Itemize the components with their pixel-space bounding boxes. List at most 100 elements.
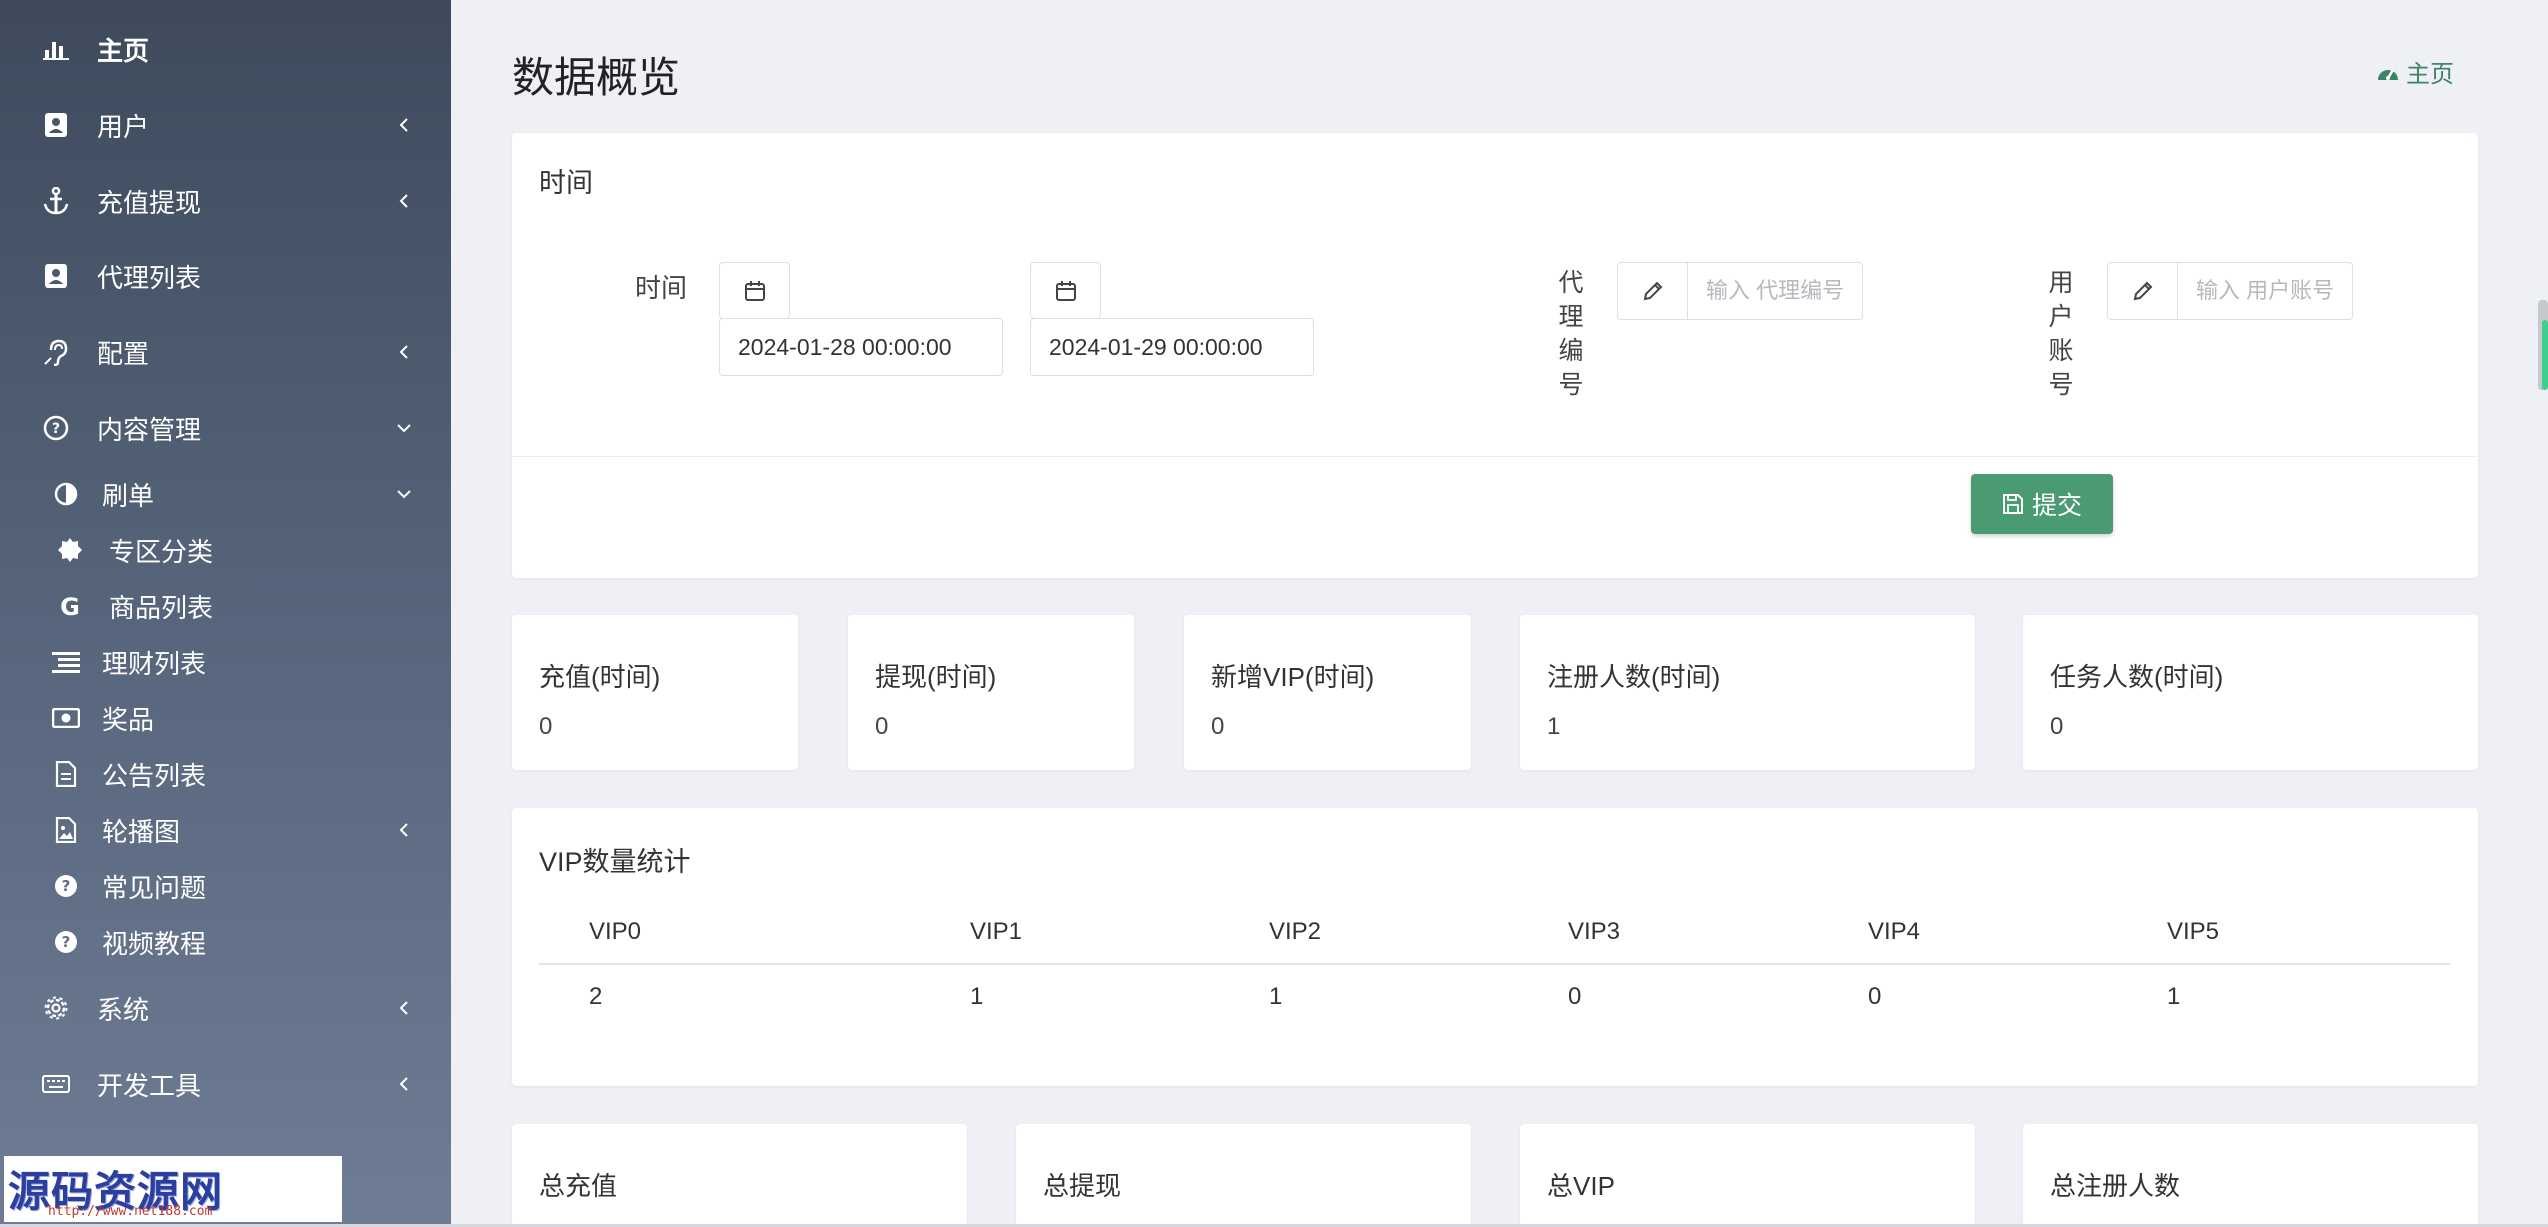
sidebar-item-config[interactable]: 配置 — [0, 322, 451, 382]
start-date-input[interactable] — [719, 318, 1003, 376]
badge-icon — [54, 534, 86, 566]
end-date-picker-button[interactable] — [1030, 262, 1101, 319]
stat-title: 注册人数(时间) — [1547, 662, 1721, 692]
vip-value: 1 — [2167, 983, 2181, 1010]
question-icon: ? — [50, 926, 82, 958]
list-icon — [50, 646, 82, 678]
chevron-left-icon — [392, 818, 416, 842]
total-title: 总注册人数 — [2050, 1171, 2181, 1201]
time-label: 时间 — [635, 273, 688, 303]
sidebar-item-label: 主页 — [97, 35, 150, 66]
sidebar-item-users[interactable]: 用户 — [0, 95, 451, 155]
sidebar-item-zone-category[interactable]: 专区分类 — [0, 520, 451, 580]
sidebar-item-content[interactable]: ? 内容管理 — [0, 398, 451, 458]
stat-card-recharge: 充值(时间) 0 — [512, 615, 798, 770]
sidebar-item-label: 商品列表 — [109, 592, 214, 623]
sidebar-item-label: 视频教程 — [102, 928, 207, 959]
chevron-down-icon — [392, 416, 416, 440]
chevron-left-icon — [392, 113, 416, 137]
sidebar-item-system[interactable]: 系统 — [0, 978, 451, 1038]
sidebar-item-label: 理财列表 — [102, 648, 207, 679]
sidebar-item-label: 系统 — [97, 994, 150, 1025]
sidebar-item-prizes[interactable]: 奖品 — [0, 688, 451, 748]
watermark-url: http://www.net188.com — [48, 1204, 213, 1219]
dashboard-icon — [2378, 68, 2398, 80]
anchor-icon — [40, 185, 72, 217]
vip-value: 0 — [1868, 983, 1882, 1010]
contact-card-icon — [40, 109, 72, 141]
sidebar-item-video-tutorials[interactable]: ? 视频教程 — [0, 912, 451, 972]
total-card-registrations: 总注册人数 — [2023, 1124, 2478, 1227]
vip-header: VIP2 — [1269, 918, 1322, 945]
pencil-icon — [2108, 263, 2178, 319]
stat-value: 0 — [1211, 713, 1225, 740]
gear-icon — [40, 992, 72, 1024]
sidebar-item-label: 充值提现 — [97, 187, 202, 218]
sidebar-item-brush[interactable]: 刷单 — [0, 464, 451, 524]
table-divider — [539, 963, 2450, 965]
total-title: 总VIP — [1547, 1171, 1615, 1201]
calendar-icon — [744, 280, 765, 301]
image-icon — [50, 814, 82, 846]
stat-title: 任务人数(时间) — [2050, 662, 2224, 692]
chevron-down-icon — [392, 482, 416, 506]
total-card-vip: 总VIP — [1520, 1124, 1975, 1227]
sidebar-item-carousel[interactable]: 轮播图 — [0, 800, 451, 860]
vip-value: 1 — [1269, 983, 1283, 1010]
pencil-icon — [1618, 263, 1688, 319]
vip-value: 0 — [1568, 983, 1582, 1010]
sidebar-item-label: 专区分类 — [109, 536, 214, 567]
bar-chart-icon — [40, 33, 72, 65]
total-title: 总充值 — [539, 1171, 618, 1201]
hearing-icon — [40, 336, 72, 368]
sidebar-item-label: 代理列表 — [97, 262, 202, 293]
user-account-field — [2107, 262, 2353, 320]
user-account-input[interactable] — [2178, 263, 2352, 319]
sidebar-item-label: 内容管理 — [97, 414, 202, 445]
contact-card-icon — [40, 260, 72, 292]
vip-value: 1 — [970, 983, 984, 1010]
watermark-logo: 源码资源网 http://www.net188.com — [4, 1156, 342, 1222]
chevron-left-icon — [392, 340, 416, 364]
keyboard-icon — [40, 1068, 72, 1100]
sidebar-item-finance[interactable]: 理财列表 — [0, 632, 451, 692]
sidebar-item-dev-tools[interactable]: 开发工具 — [0, 1054, 451, 1114]
sidebar-item-label: 轮播图 — [102, 816, 181, 847]
end-date-input[interactable] — [1030, 318, 1314, 376]
submit-button[interactable]: 提交 — [1971, 474, 2113, 534]
agent-number-input[interactable] — [1688, 263, 1862, 319]
vip-header: VIP3 — [1568, 918, 1621, 945]
stat-value: 0 — [539, 713, 553, 740]
question-icon: ? — [50, 870, 82, 902]
submit-label: 提交 — [2031, 492, 2082, 520]
agent-number-label: 代 理 编 号 — [1556, 266, 1586, 402]
stat-card-tasks: 任务人数(时间) 0 — [2023, 615, 2478, 770]
sidebar-item-label: 配置 — [97, 338, 150, 369]
stat-card-withdraw: 提现(时间) 0 — [848, 615, 1134, 770]
stat-card-registrations: 注册人数(时间) 1 — [1520, 615, 1975, 770]
scroll-indicator — [2542, 320, 2548, 390]
sidebar-item-label: 开发工具 — [97, 1070, 202, 1101]
sidebar-item-label: 公告列表 — [102, 760, 207, 791]
calendar-icon — [1055, 280, 1076, 301]
sidebar-item-recharge-withdraw[interactable]: 充值提现 — [0, 171, 451, 231]
sidebar-item-agents[interactable]: 代理列表 — [0, 246, 451, 306]
sidebar-item-announcements[interactable]: 公告列表 — [0, 744, 451, 804]
svg-text:?: ? — [62, 933, 71, 951]
sidebar-item-faq[interactable]: ? 常见问题 — [0, 856, 451, 916]
breadcrumb-label: 主页 — [2406, 61, 2454, 88]
sidebar-item-products[interactable]: G 商品列表 — [0, 576, 451, 636]
filter-card: 时间 时间 代 理 编 号 用 户 账 号 — [512, 133, 2478, 578]
vip-stats-card: VIP数量统计 VIP0 VIP1 VIP2 VIP3 VIP4 VIP5 2 … — [512, 808, 2478, 1086]
save-icon — [2002, 494, 2023, 514]
total-card-recharge: 总充值 — [512, 1124, 967, 1227]
google-icon: G — [54, 590, 86, 622]
sidebar-item-home[interactable]: 主页 — [0, 19, 451, 79]
breadcrumb-home[interactable]: 主页 — [2376, 54, 2454, 89]
chevron-left-icon — [392, 1072, 416, 1096]
stat-title: 提现(时间) — [875, 662, 997, 692]
stat-value: 0 — [875, 713, 889, 740]
document-icon — [50, 758, 82, 790]
vip-stats-title: VIP数量统计 — [539, 847, 691, 877]
start-date-picker-button[interactable] — [719, 262, 790, 319]
